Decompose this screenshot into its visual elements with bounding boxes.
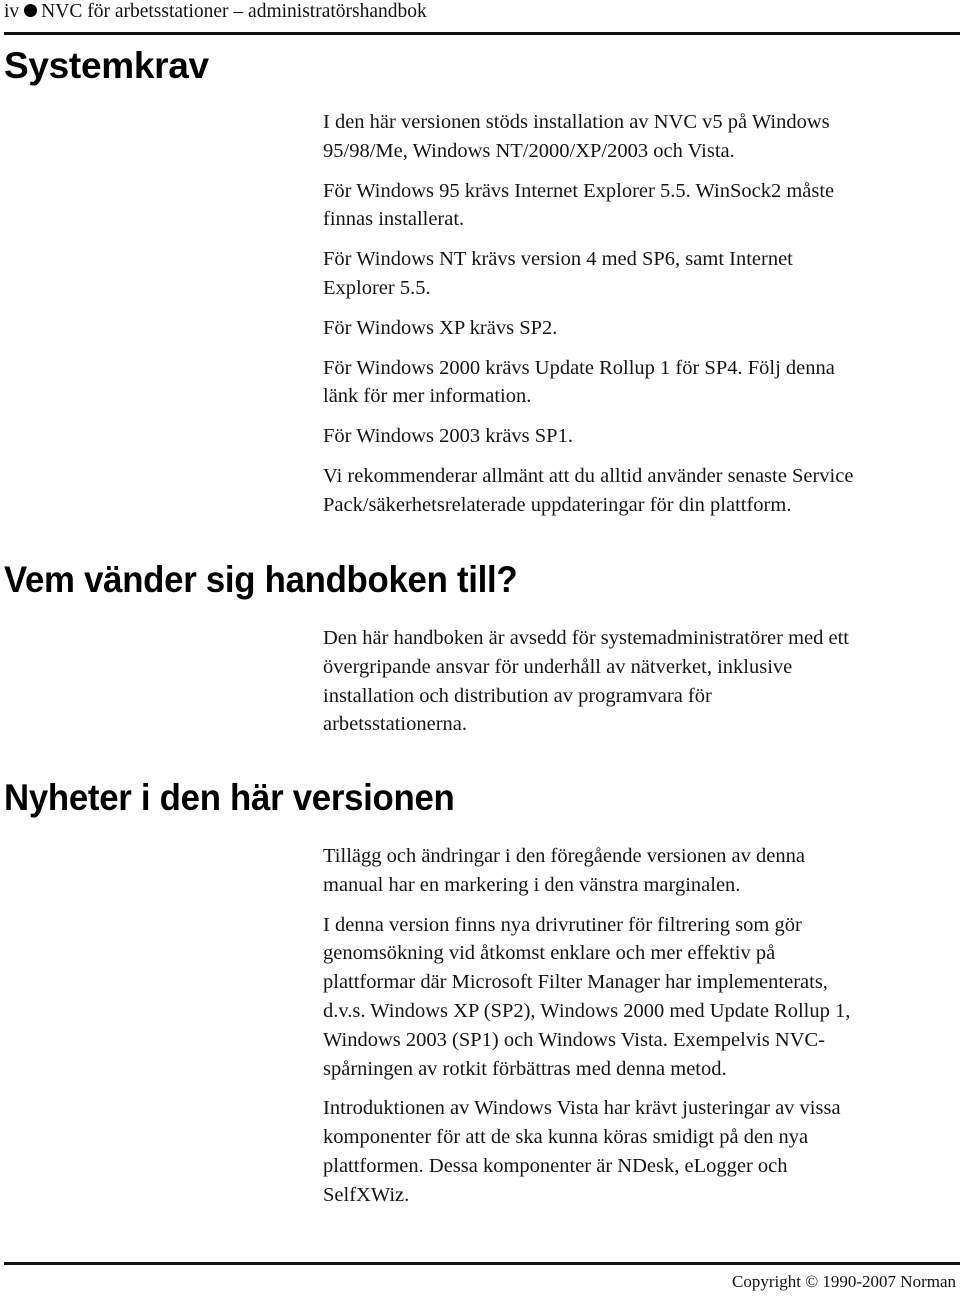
section-heading-audience: Vem vänder sig handboken till? (4, 559, 518, 600)
paragraph: Den här handboken är avsedd för systemad… (323, 627, 849, 736)
bullet-icon (24, 4, 38, 17)
section-body-whats-new: Tillägg och ändringar i den föregående v… (323, 842, 960, 1221)
copyright-footer: Copyright © 1990-2007 Norman (732, 1272, 956, 1291)
paragraph: För Windows 2003 krävs SP1. (323, 425, 573, 448)
paragraph: Introduktionen av Windows Vista har kräv… (323, 1097, 841, 1206)
header-rule (4, 32, 960, 35)
page-number: iv (4, 1, 20, 22)
paragraph: I den här versionen stöds installation a… (323, 111, 830, 162)
running-header: iv NVC för arbetsstationer – administratö… (4, 0, 427, 24)
paragraph: Tillägg och ändringar i den föregående v… (323, 845, 805, 896)
paragraph: För Windows 2000 krävs Update Rollup 1 f… (323, 356, 835, 408)
paragraph: För Windows NT krävs version 4 med SP6, … (323, 248, 793, 299)
paragraph: För Windows 95 krävs Internet Explorer 5… (323, 179, 835, 231)
paragraph: För Windows XP krävs SP2. (323, 316, 558, 339)
footer-rule (4, 1262, 960, 1265)
section-heading-systemkrav: Systemkrav (4, 45, 209, 86)
document-title: NVC för arbetsstationer – administratörs… (41, 1, 427, 22)
section-body-systemkrav: I den här versionen stöds installation a… (323, 108, 960, 531)
section-body-audience: Den här handboken är avsedd för systemad… (323, 624, 960, 750)
paragraph: I denna version finns nya drivrutiner fö… (323, 913, 851, 1080)
paragraph: Vi rekommenderar allmänt att du alltid a… (323, 464, 854, 516)
section-heading-whats-new: Nyheter i den här versionen (4, 777, 455, 818)
